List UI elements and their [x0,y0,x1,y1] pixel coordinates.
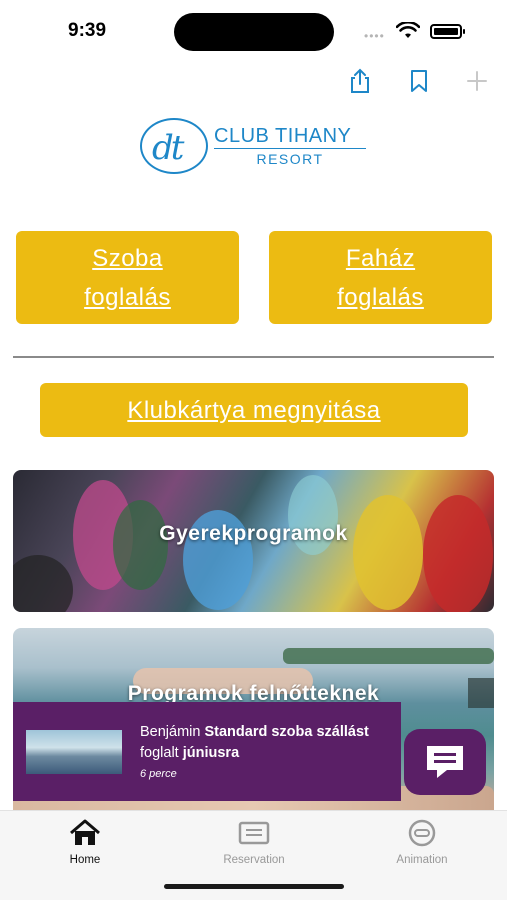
home-icon [70,819,100,845]
chat-button[interactable] [404,729,486,795]
battery-icon [430,24,465,39]
animation-icon [408,819,436,847]
tab-animation-label: Animation [396,854,448,866]
divider [13,356,494,358]
notification-time: 6 perce [140,768,177,780]
clubcard-button-label: Klubkártya megnyitása [127,396,381,424]
booking-notification-toast[interactable]: Benjámin Standard szoba szállást foglalt… [13,702,401,801]
share-icon[interactable] [345,66,375,96]
kids-programs-title: Gyerekprogramok [159,522,348,545]
cottage-booking-line1: Faház [345,244,416,272]
home-indicator [164,884,344,889]
logo-title: CLUB TIHANY [214,125,352,147]
bookmark-icon[interactable] [404,66,434,96]
status-time: 9:39 [68,20,107,41]
dynamic-island [174,13,334,51]
tab-reservation-label: Reservation [223,854,285,866]
wifi-icon [396,22,420,38]
plus-icon[interactable] [462,66,492,96]
tab-home-label: Home [69,854,101,866]
room-thumbnail [26,730,122,774]
tab-reservation[interactable]: Reservation [194,819,314,866]
logo-mark: dt [140,118,208,174]
notification-text: Benjámin Standard szoba szállást foglalt… [140,724,369,761]
logo-subtitle: RESORT [256,151,324,167]
cottage-booking-line2: foglalás [337,283,424,311]
clubcard-button[interactable]: Klubkártya megnyitása [40,383,468,437]
room-booking-line2: foglalás [84,283,171,311]
reservation-icon [238,821,270,845]
club-tihany-logo: dt CLUB TIHANY RESORT [140,118,370,176]
kids-programs-card[interactable]: Gyerekprogramok [13,470,494,612]
chat-icon [427,746,463,778]
room-booking-button[interactable]: Szoba foglalás [16,231,239,324]
tab-home[interactable]: Home [25,819,145,866]
cottage-booking-button[interactable]: Faház foglalás [269,231,492,324]
room-booking-line1: Szoba [92,244,163,272]
status-bar: 9:39 •••• [0,0,507,62]
signal-dots-icon: •••• [364,29,385,43]
tab-animation[interactable]: Animation [362,819,482,866]
